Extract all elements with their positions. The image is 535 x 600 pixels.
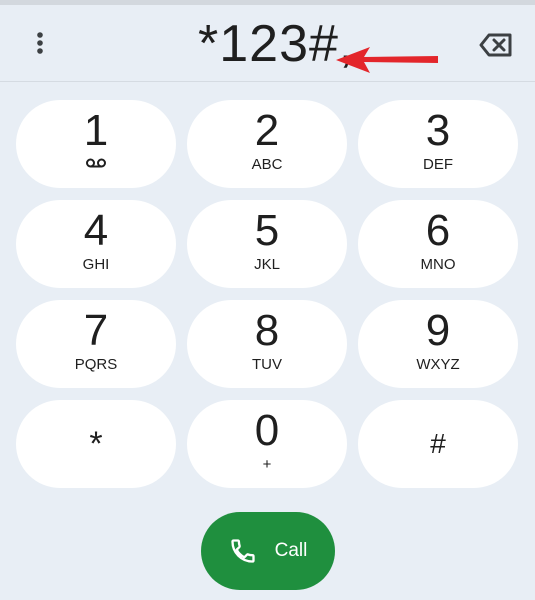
key-letters: TUV [252,356,282,373]
key-digit: 8 [254,306,280,355]
key-7[interactable]: 7 PQRS [16,300,176,388]
key-digit: 4 [83,206,109,255]
key-4[interactable]: 4 GHI [16,200,176,288]
backspace-button[interactable] [474,27,518,63]
key-digit: * [89,425,103,463]
key-0[interactable]: 0 + [187,400,347,488]
key-5[interactable]: 5 JKL [187,200,347,288]
key-hash[interactable]: # [358,400,518,488]
key-digit: # [430,428,446,459]
key-6[interactable]: 6 MNO [358,200,518,288]
key-9[interactable]: 9 WXYZ [358,300,518,388]
key-letters: + [262,456,272,473]
key-star[interactable]: * [16,400,176,488]
dialer-header: *123#, [0,5,535,82]
key-digit: 9 [425,306,451,355]
key-digit: 1 [83,106,109,155]
phone-icon [230,539,255,563]
backspace-icon [479,33,512,57]
key-letters: ABC [251,156,283,173]
dialed-number[interactable]: *123#, [198,12,354,76]
key-letters: MNO [420,256,456,273]
call-label: Call [274,540,308,561]
red-arrow-annotation [336,47,438,73]
key-digit: 5 [254,206,280,255]
key-1[interactable]: 1 [16,100,176,188]
more-options-button[interactable] [22,25,58,61]
key-digit: 0 [254,406,280,455]
key-digit: 7 [83,306,109,355]
more-vert-icon [37,32,43,54]
call-button[interactable]: Call [201,512,335,590]
key-letters: JKL [254,256,280,273]
key-2[interactable]: 2 ABC [187,100,347,188]
key-3[interactable]: 3 DEF [358,100,518,188]
key-letters: DEF [423,156,453,173]
key-letters: PQRS [74,356,118,373]
key-digit: 6 [425,206,451,255]
voicemail-icon [86,158,106,168]
key-letters: WXYZ [416,356,460,373]
key-digit: 3 [425,106,451,155]
key-letters: GHI [82,256,110,273]
key-digit: 2 [254,106,280,155]
key-8[interactable]: 8 TUV [187,300,347,388]
